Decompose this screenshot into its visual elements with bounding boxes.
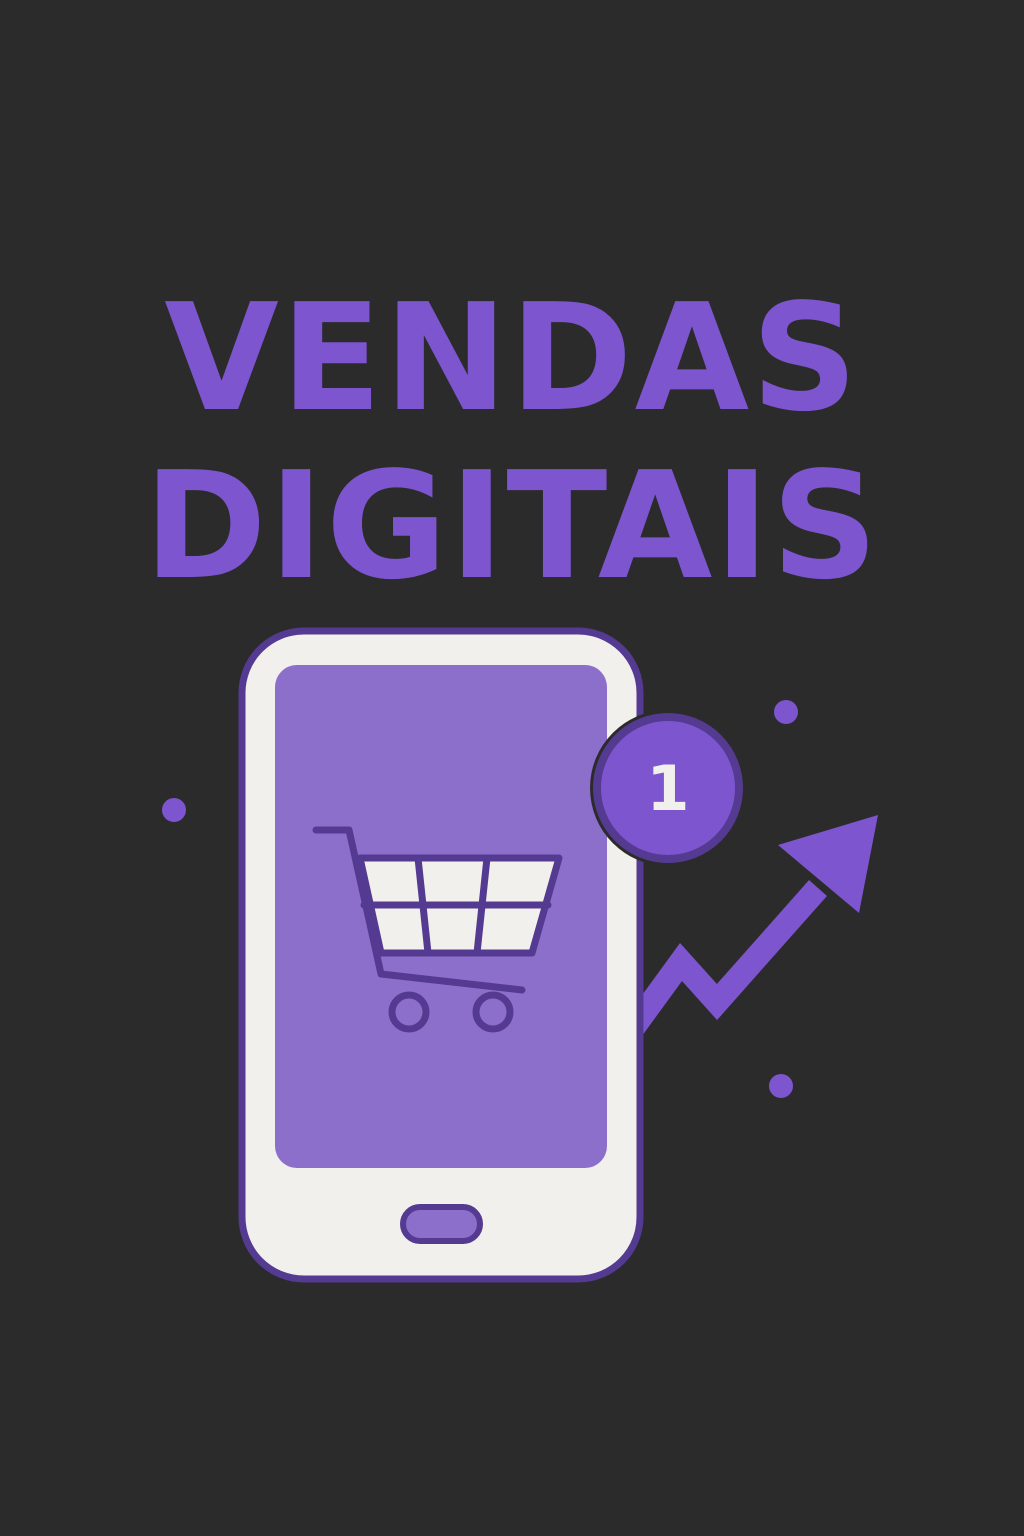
decorative-dot-left [162,798,186,822]
decorative-dot-top-right [774,700,798,724]
notification-badge-count: 1 [646,752,689,825]
notification-badge-icon: 1 [590,710,746,866]
decorative-dot-bottom-right [769,1074,793,1098]
phone-home-button [400,1204,483,1244]
digital-sales-illustration: 1 [162,627,878,1283]
